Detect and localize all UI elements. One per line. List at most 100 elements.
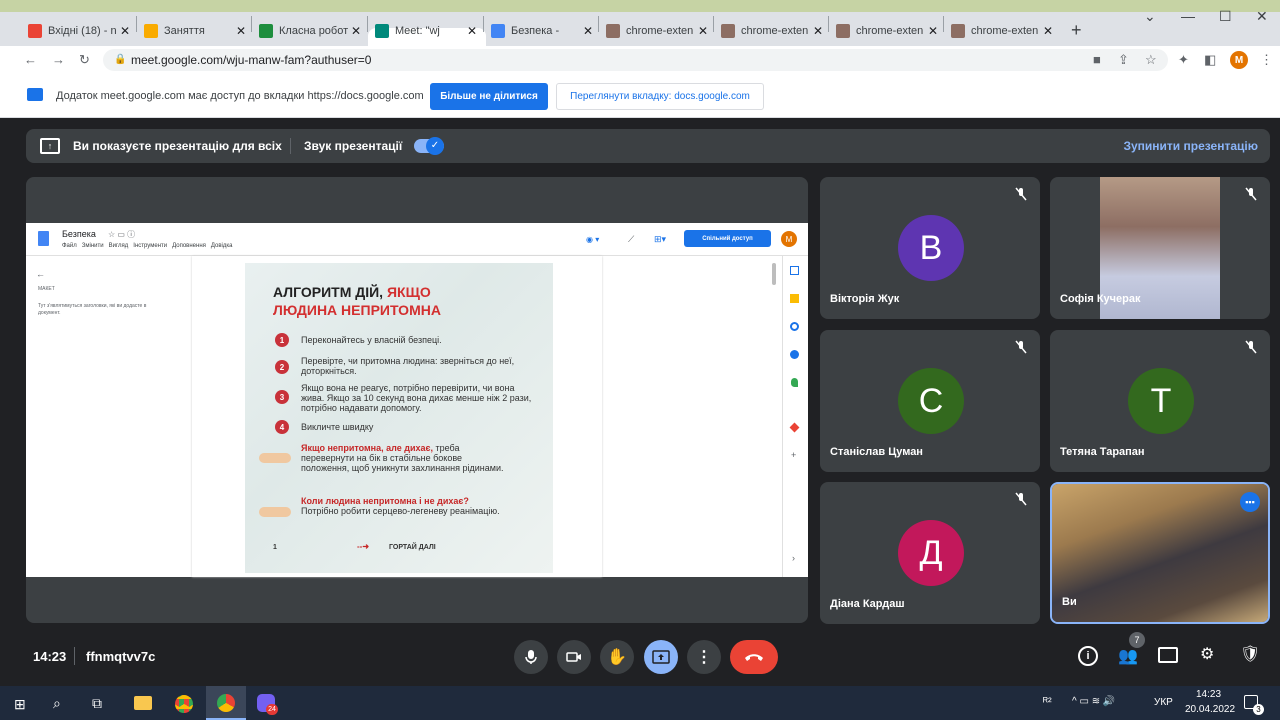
keep-icon[interactable] — [790, 294, 799, 303]
minimize-icon[interactable]: — — [1181, 8, 1195, 24]
share-icon[interactable]: ⇪ — [1118, 52, 1129, 68]
participant-tile[interactable]: Д Діана Кардаш — [820, 482, 1040, 624]
participant-name: Станіслав Цуман — [830, 446, 923, 458]
browser-tab[interactable]: chrome-exten ✕ — [836, 18, 942, 44]
close-tab-icon[interactable]: ✕ — [698, 24, 708, 38]
calendar-icon[interactable] — [790, 266, 799, 275]
doc-profile-avatar[interactable]: M — [781, 231, 797, 247]
pointing-hand-icon — [259, 507, 291, 517]
participant-tile[interactable]: С Станіслав Цуман — [820, 330, 1040, 472]
active-chrome-taskbar[interactable] — [206, 686, 246, 720]
people-tray-icon[interactable]: ᴿ² — [1043, 696, 1052, 708]
doc-menu-item[interactable]: Змінити — [82, 243, 104, 249]
tray-icons[interactable]: ^ ▭ ≋ 🔊 — [1072, 696, 1115, 707]
check-icon: ✓ — [426, 137, 444, 155]
maps-icon[interactable] — [791, 378, 798, 387]
close-tab-icon[interactable]: ✕ — [351, 24, 361, 38]
self-tile[interactable]: ▪▪▪ Ви — [1050, 482, 1270, 624]
search-icon[interactable]: ⌕ — [53, 695, 61, 712]
browser-tab[interactable]: Класна робот ✕ — [259, 18, 365, 44]
lock-icon: 🔒 — [114, 54, 127, 65]
presentation-audio-toggle[interactable]: ✓ — [414, 137, 444, 155]
present-now-button[interactable] — [644, 640, 678, 674]
people-icon[interactable]: 👥 — [1118, 646, 1138, 666]
close-tab-icon[interactable]: ✕ — [467, 24, 477, 38]
close-tab-icon[interactable]: ✕ — [120, 24, 130, 38]
browser-tab[interactable]: chrome-exten ✕ — [606, 18, 712, 44]
browser-tab[interactable]: Безпека - ✕ — [491, 18, 597, 44]
raise-hand-button[interactable]: ✋ — [600, 640, 634, 674]
add-addon-icon[interactable]: + — [791, 450, 796, 460]
more-options-button[interactable]: ⋮ — [687, 640, 721, 674]
close-tab-icon[interactable]: ✕ — [583, 24, 593, 38]
windows-start-icon[interactable]: ⊞ — [14, 696, 26, 713]
browser-tab[interactable]: chrome-exten ✕ — [721, 18, 827, 44]
star-icon[interactable]: ☆ ▭ ⓘ — [108, 229, 135, 240]
stop-presenting-button[interactable]: Зупинити презентацію — [1123, 139, 1258, 153]
participant-tile[interactable]: Т Тетяна Тарапан — [1050, 330, 1270, 472]
new-tab-icon[interactable]: + — [1071, 20, 1082, 41]
browser-tab[interactable]: Meet: "wj ✕ — [375, 18, 481, 44]
presentation-tile: Безпека ☆ ▭ ⓘ Файл Змінити Вигляд Інструмен… — [26, 177, 808, 623]
close-tab-icon[interactable]: ✕ — [813, 24, 823, 38]
view-mode-icon[interactable]: ◉ ▾ — [586, 235, 599, 244]
tab-title: chrome-exten — [971, 25, 1039, 37]
contacts-icon[interactable] — [790, 350, 799, 359]
camera-button[interactable] — [557, 640, 591, 674]
activities-icon[interactable]: ⚙ — [1200, 644, 1214, 664]
participant-name: Софія Кучерак — [1060, 293, 1141, 305]
chat-icon[interactable] — [1158, 647, 1178, 663]
close-tab-icon[interactable]: ✕ — [236, 24, 246, 38]
meeting-details-icon[interactable]: i — [1078, 646, 1098, 666]
leave-call-button[interactable] — [730, 640, 778, 674]
side-panel-icon[interactable]: ◧ — [1204, 52, 1216, 68]
keyboard-language[interactable]: УКР — [1154, 697, 1173, 708]
doc-menu-item[interactable]: Вигляд — [109, 243, 129, 249]
trend-icon[interactable]: ⟋ — [628, 234, 634, 245]
doc-share-button[interactable]: Спільний доступ — [684, 230, 771, 247]
back-icon[interactable]: ← — [24, 52, 37, 67]
task-view-icon[interactable]: ⧉ — [92, 695, 102, 712]
doc-menu-item[interactable]: Довідка — [211, 243, 233, 249]
bookmark-star-icon[interactable]: ☆ — [1145, 52, 1157, 68]
meeting-code[interactable]: ffnmqtvv7c — [86, 649, 155, 664]
tab-title: Заняття — [164, 25, 205, 37]
tasks-icon[interactable] — [790, 322, 799, 331]
stop-sharing-button[interactable]: Більше не ділитися — [430, 83, 548, 110]
browser-tab[interactable]: chrome-exten ✕ — [951, 18, 1057, 44]
host-controls-icon[interactable]: 🛡 — [1240, 644, 1260, 664]
close-window-icon[interactable]: ✕ — [1256, 8, 1268, 25]
extensions-icon[interactable]: ✦ — [1178, 52, 1189, 68]
close-tab-icon[interactable]: ✕ — [1043, 24, 1053, 38]
maximize-icon[interactable]: ☐ — [1219, 8, 1232, 25]
tab-search-icon[interactable]: ⌄ — [1144, 8, 1156, 25]
close-tab-icon[interactable]: ✕ — [928, 24, 938, 38]
classroom-icon — [259, 24, 273, 38]
doc-menu-item[interactable]: Інструменти — [133, 243, 167, 249]
outline-back-icon[interactable]: ← — [36, 269, 45, 279]
insert-icon[interactable]: ⊞▾ — [654, 234, 666, 245]
doc-menu-item[interactable]: Доповнення — [172, 243, 206, 249]
browser-tab[interactable]: Заняття ✕ — [144, 18, 250, 44]
browser-tab[interactable]: Вхідні (18) - n ✕ — [28, 18, 134, 44]
profile-avatar[interactable]: M — [1230, 51, 1248, 69]
doc-title[interactable]: Безпека — [62, 229, 96, 239]
address-bar[interactable]: 🔒 meet.google.com/wju-manw-fam?authuser=… — [103, 49, 1168, 71]
participant-tile[interactable]: В Вікторія Жук — [820, 177, 1040, 319]
expand-panel-icon[interactable]: › — [792, 553, 795, 563]
chrome-icon[interactable] — [175, 695, 193, 713]
clock-time[interactable]: 14:23 — [1196, 689, 1221, 700]
menu-kebab-icon[interactable]: ⋮ — [1260, 52, 1273, 68]
forward-icon[interactable]: → — [52, 52, 65, 67]
mic-button[interactable] — [514, 640, 548, 674]
view-tab-button[interactable]: Переглянути вкладку: docs.google.com — [556, 83, 764, 110]
speaking-indicator-icon: ▪▪▪ — [1240, 492, 1260, 512]
participant-tile[interactable]: Софія Кучерак — [1050, 177, 1270, 319]
doc-menu-item[interactable]: Файл — [62, 243, 77, 249]
doc-scrollbar[interactable] — [772, 263, 776, 285]
addon-icon[interactable] — [789, 422, 800, 433]
reload-icon[interactable]: ↻ — [79, 52, 90, 68]
file-explorer-icon[interactable] — [134, 696, 152, 710]
camera-indicator-icon[interactable]: ■ — [1093, 52, 1101, 67]
clock-date[interactable]: 20.04.2022 — [1185, 704, 1235, 715]
